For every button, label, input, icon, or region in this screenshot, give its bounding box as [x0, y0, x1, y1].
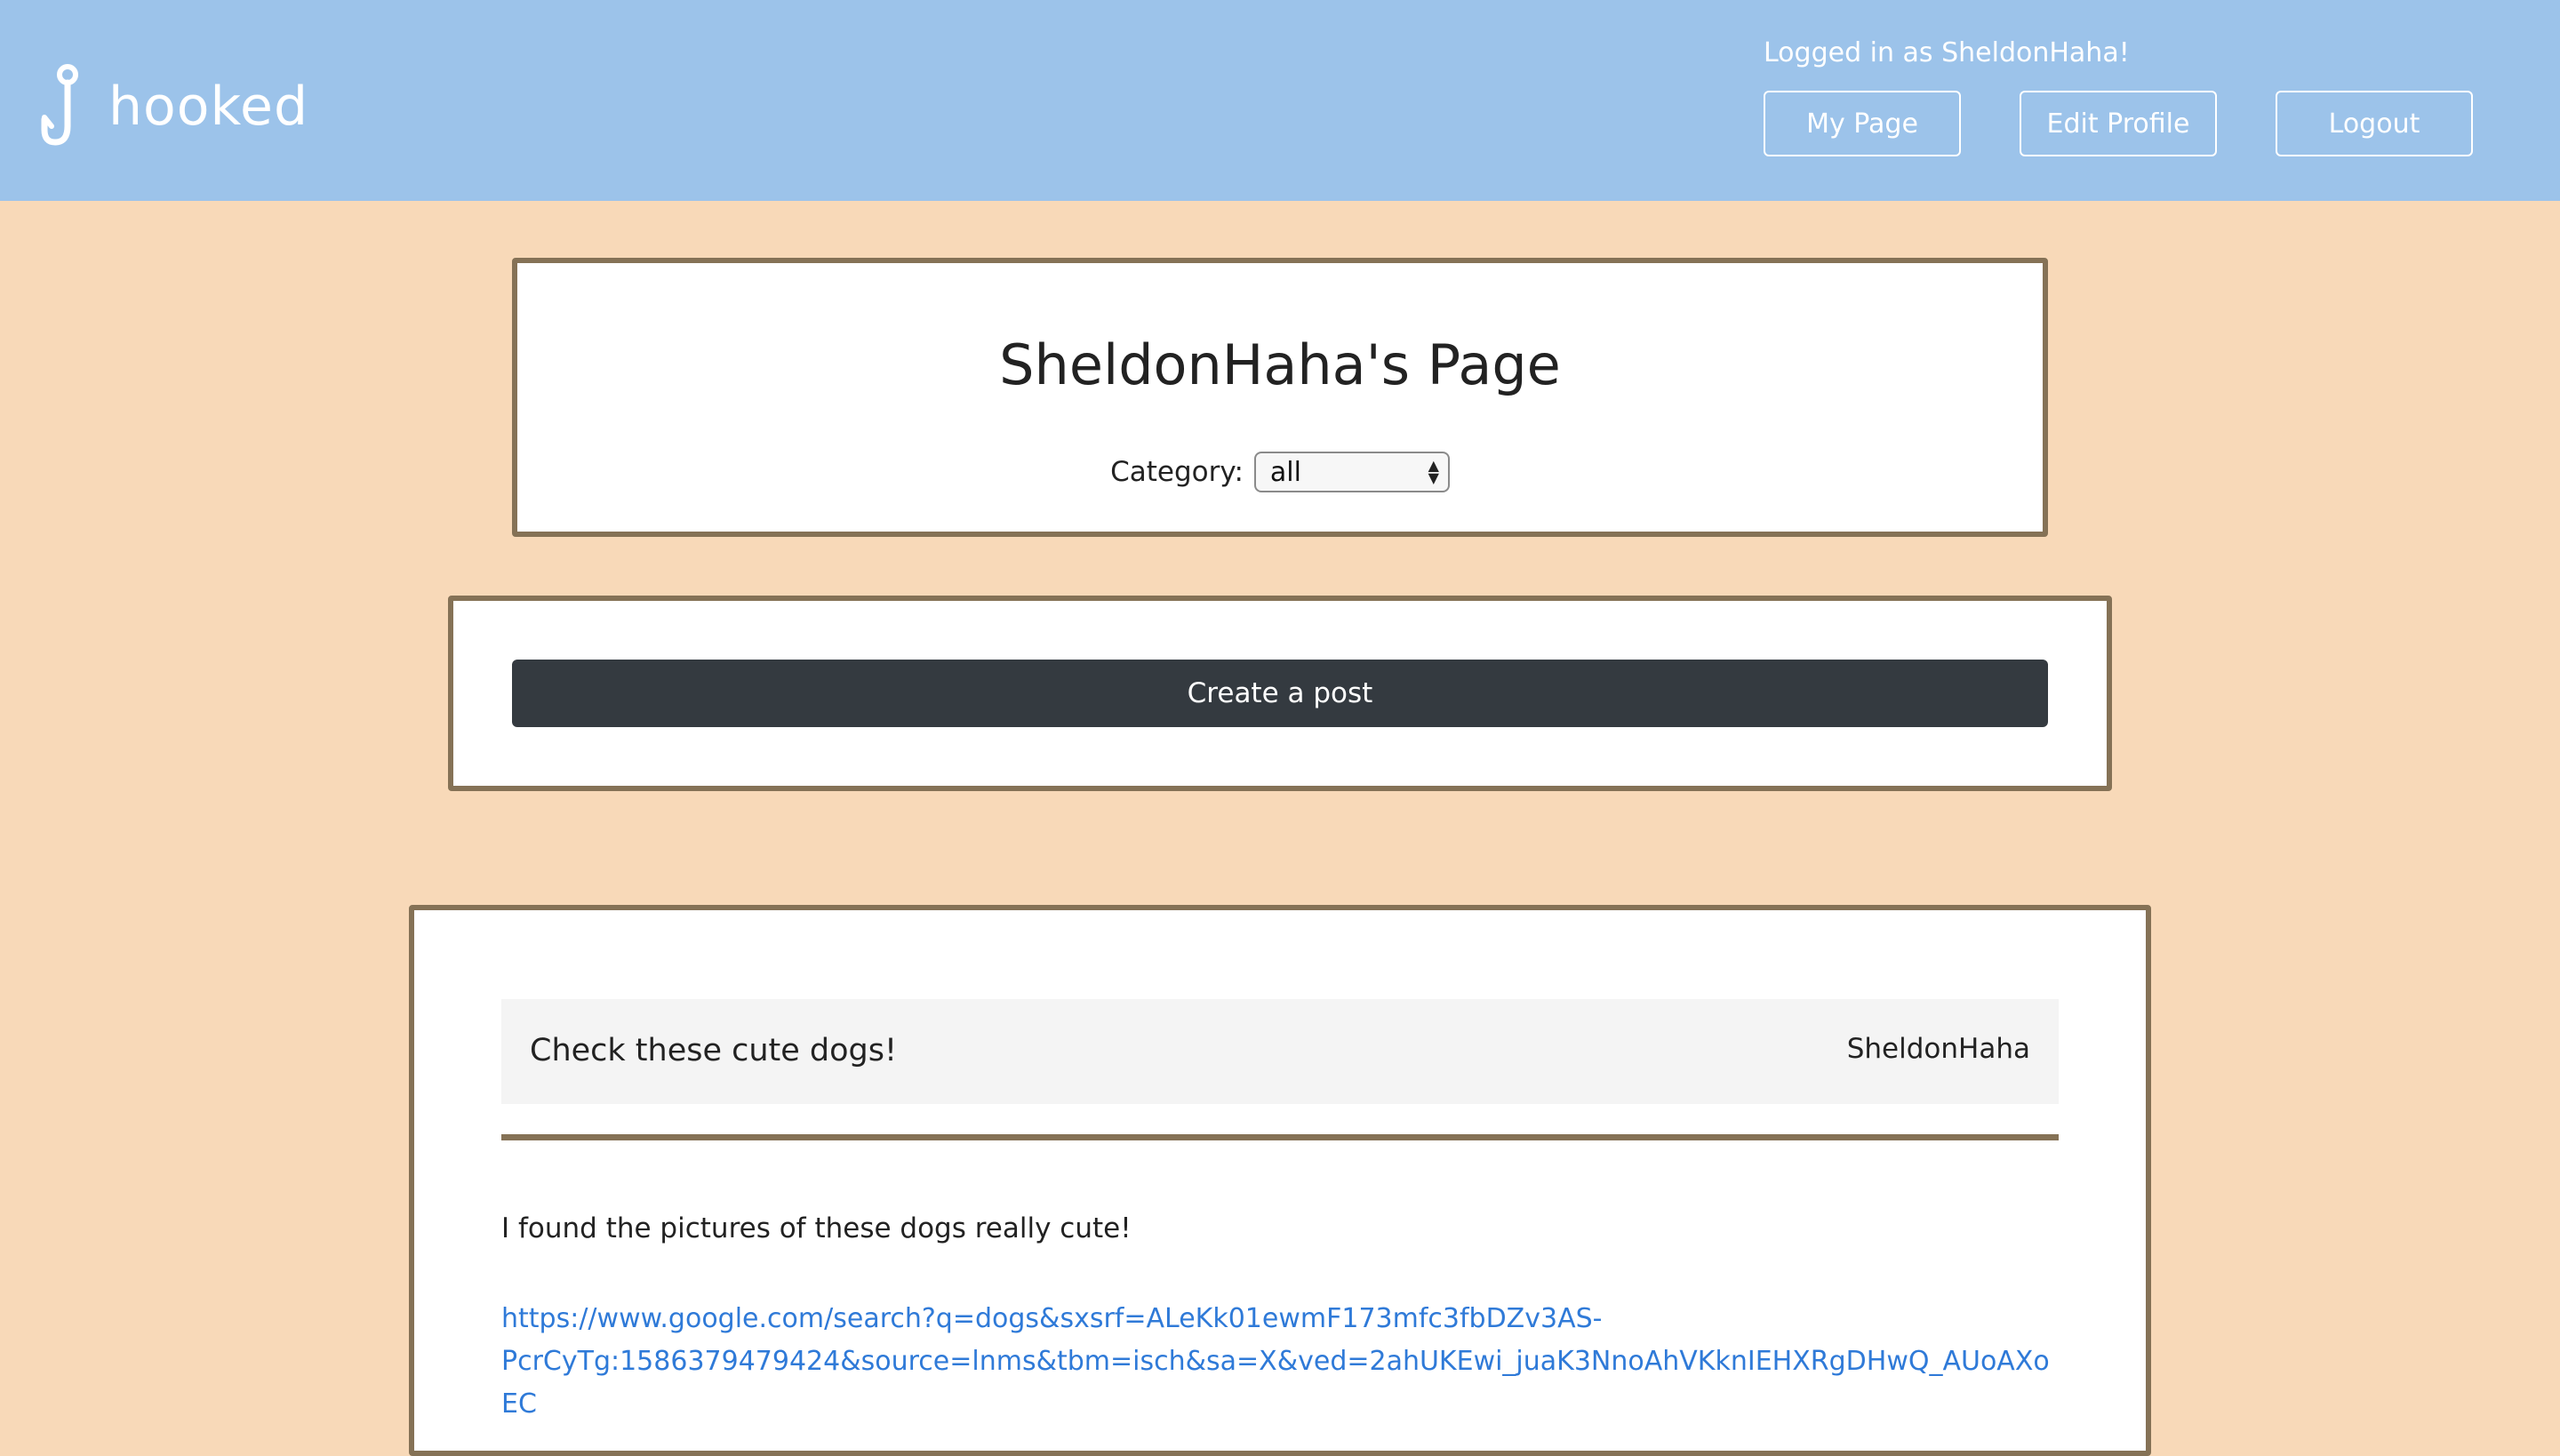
post-card: Check these cute dogs! SheldonHaha I fou… — [409, 905, 2151, 1456]
create-post-button[interactable]: Create a post — [512, 660, 2048, 727]
hook-icon — [41, 64, 78, 146]
category-select[interactable]: all ▲ ▼ — [1253, 452, 1450, 492]
page-title: SheldonHaha's Page — [999, 332, 1561, 397]
logout-button[interactable]: Logout — [2276, 91, 2473, 156]
logged-in-status: Logged in as SheldonHaha! — [1764, 37, 2130, 68]
select-arrows-icon: ▲ ▼ — [1428, 457, 1439, 486]
category-filter: Category: all ▲ ▼ — [517, 452, 2043, 492]
category-label: Category: — [1110, 456, 1244, 488]
post-header: Check these cute dogs! SheldonHaha — [501, 999, 2059, 1104]
post-link-line-1[interactable]: https://www.google.com/search?q=dogs&sxs… — [501, 1298, 2066, 1340]
post-author[interactable]: SheldonHaha — [1847, 1033, 2030, 1065]
post-title: Check these cute dogs! — [530, 1033, 898, 1068]
edit-profile-button[interactable]: Edit Profile — [2020, 91, 2217, 156]
category-selected-value: all — [1269, 456, 1301, 488]
my-page-button[interactable]: My Page — [1764, 91, 1961, 156]
brand-logo[interactable]: hooked — [39, 64, 308, 149]
page-title-panel: SheldonHaha's Page Category: all ▲ ▼ — [512, 258, 2048, 537]
post-link-line-2[interactable]: PcrCyTg:1586379479424&source=lnms&tbm=is… — [501, 1340, 2066, 1426]
post-link[interactable]: https://www.google.com/search?q=dogs&sxs… — [501, 1298, 2066, 1426]
post-divider — [501, 1134, 2059, 1140]
create-post-panel: Create a post — [448, 596, 2112, 791]
brand-name: hooked — [108, 76, 309, 138]
post-body-text: I found the pictures of these dogs reall… — [501, 1212, 1132, 1244]
top-navbar: hooked Logged in as SheldonHaha! My Page… — [0, 0, 2560, 201]
